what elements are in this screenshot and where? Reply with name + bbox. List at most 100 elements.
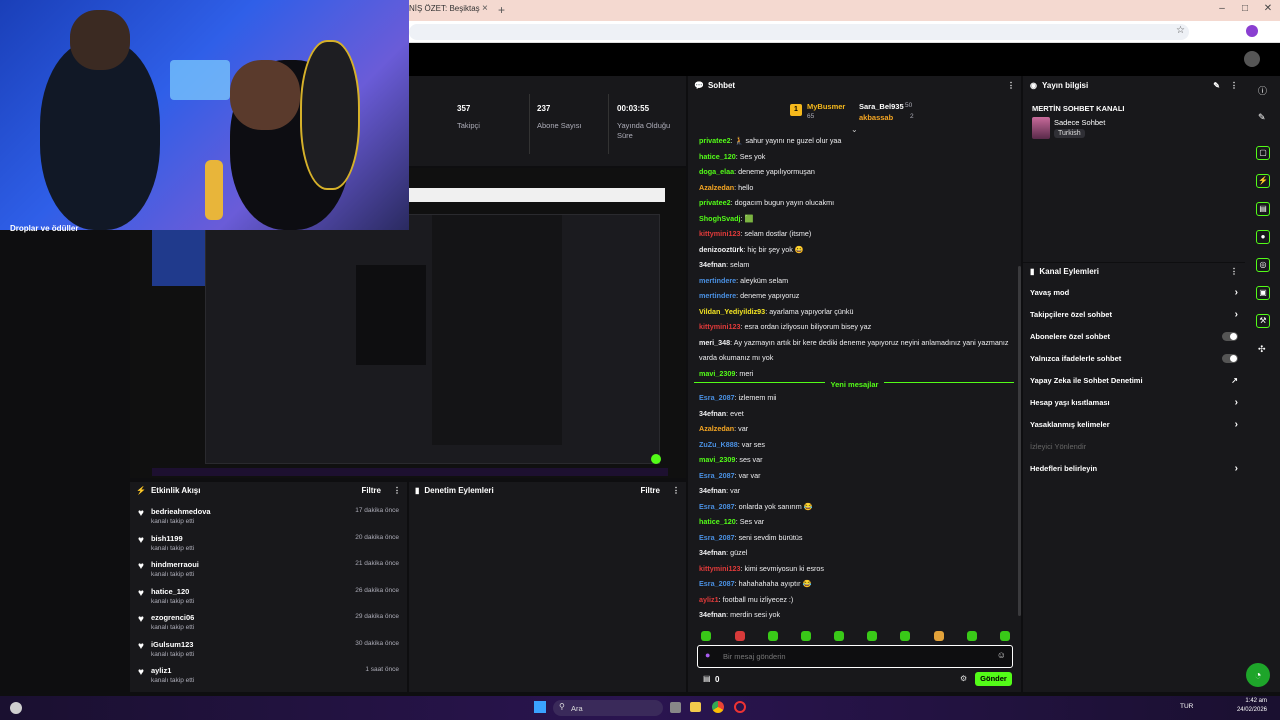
list-item[interactable]: ♥ iGulsum123 kanalı takip etti 30 dakika ön… bbox=[130, 640, 407, 667]
language-indicator[interactable]: TUR bbox=[1180, 703, 1193, 710]
chat-username[interactable]: mertindere bbox=[699, 276, 736, 285]
chat-message[interactable]: mertindere: aleyküm selam bbox=[688, 273, 1021, 289]
browser-tab-title[interactable]: NİŞ ÖZET: Beşiktaş bbox=[409, 4, 480, 13]
chat-username[interactable]: 34efnan bbox=[699, 548, 726, 557]
chat-message[interactable]: 34efnan: evet bbox=[688, 406, 1021, 422]
crop-icon[interactable]: ▢ bbox=[1256, 146, 1270, 160]
chat-username[interactable]: Vildan_Yediyildiz93 bbox=[699, 307, 765, 316]
new-tab-button[interactable]: + bbox=[498, 3, 505, 17]
info-icon[interactable]: ⓘ bbox=[1258, 84, 1267, 97]
more-icon[interactable]: ⋮ bbox=[1007, 81, 1015, 90]
wrench-icon[interactable]: ⚒ bbox=[1256, 314, 1270, 328]
chat-message[interactable]: Esra_2087: onlarda yok sanırım 😂 bbox=[688, 499, 1021, 515]
chat-username[interactable]: 34efnan bbox=[699, 486, 726, 495]
obs-icon[interactable] bbox=[734, 701, 746, 713]
edit-icon[interactable]: ✎ bbox=[1213, 81, 1220, 90]
emote-icon[interactable] bbox=[900, 631, 910, 641]
chat-username[interactable]: doga_elaa bbox=[699, 167, 734, 176]
chat-username[interactable]: kittymini123 bbox=[699, 229, 741, 238]
weather-icon[interactable] bbox=[10, 702, 22, 714]
chat-username[interactable]: kittymini123 bbox=[699, 564, 741, 573]
chat-username[interactable]: Azalzedan bbox=[699, 424, 734, 433]
chat-username[interactable]: Esra_2087 bbox=[699, 393, 735, 402]
activity-filter-button[interactable]: Filtre bbox=[361, 486, 381, 495]
chat-message[interactable]: Azalzedan: hello bbox=[688, 180, 1021, 196]
emoji-icon[interactable]: ☺ bbox=[997, 650, 1006, 660]
drops-rewards-link[interactable]: Droplar ve ödüller bbox=[10, 224, 78, 233]
chat-icon[interactable]: ▤ bbox=[1256, 202, 1270, 216]
category-name[interactable]: Sadece Sohbet bbox=[1054, 118, 1105, 127]
chat-username[interactable]: Esra_2087 bbox=[699, 533, 735, 542]
action-subscribers-only[interactable]: Abonelere özel sohbet bbox=[1023, 325, 1245, 347]
chat-username[interactable]: mertindere bbox=[699, 291, 736, 300]
chat-username[interactable]: kittymini123 bbox=[699, 322, 741, 331]
top-gifter-name[interactable]: Sara_Bel935 bbox=[859, 102, 904, 111]
chat-message[interactable]: Esra_2087: seni sevdim bürütüs bbox=[688, 530, 1021, 546]
chat-message[interactable]: Esra_2087: izlemem mii bbox=[688, 390, 1021, 406]
chat-message[interactable]: 34efnan: selam bbox=[688, 257, 1021, 273]
file-explorer-icon[interactable] bbox=[690, 702, 701, 712]
chat-message[interactable]: doga_elaa: deneme yapılıyormuşan bbox=[688, 164, 1021, 180]
windows-start-icon[interactable] bbox=[534, 701, 546, 713]
chat-message[interactable]: privatee2: dogacım bugun yayın olucakmı bbox=[688, 195, 1021, 211]
chat-username[interactable]: 34efnan bbox=[699, 260, 726, 269]
list-item[interactable]: ♥ ezogrenci06 kanalı takip etti 29 dakika ö… bbox=[130, 613, 407, 640]
chat-message[interactable]: mavi_2309: ses var bbox=[688, 452, 1021, 468]
send-button[interactable]: Gönder bbox=[975, 672, 1012, 686]
more-icon[interactable]: ⋮ bbox=[1230, 81, 1238, 90]
chat-message[interactable]: kittymini123: selam dostlar (itsme) bbox=[688, 226, 1021, 242]
chat-message[interactable]: Esra_2087: hahahahaha ayıptır 😂 bbox=[688, 576, 1021, 592]
chat-username[interactable]: privatee2 bbox=[699, 136, 731, 145]
clock-date[interactable]: 24/02/2026 bbox=[1225, 707, 1267, 713]
shield-icon[interactable]: ▣ bbox=[1256, 286, 1270, 300]
list-item[interactable]: ♥ hindmerraoui kanalı takip etti 21 dakika … bbox=[130, 560, 407, 587]
list-item[interactable]: ♥ bish1199 kanalı takip etti 20 dakika önce bbox=[130, 534, 407, 561]
chat-message[interactable]: kittymini123: kimi sevmiyosun ki esros bbox=[688, 561, 1021, 577]
message-icon[interactable]: ● bbox=[1256, 230, 1270, 244]
action-ai-moderation[interactable]: Yapay Zeka ile Sohbet Denetimi ↗ bbox=[1023, 369, 1245, 391]
chat-username[interactable]: hatice_120 bbox=[699, 517, 736, 526]
chat-username[interactable]: mavi_2309 bbox=[699, 455, 735, 464]
list-item[interactable]: ♥ hatice_120 kanalı takip etti 26 dakika ön… bbox=[130, 587, 407, 614]
chat-message[interactable]: hatice_120: Ses yok bbox=[688, 149, 1021, 165]
emote-icon[interactable] bbox=[867, 631, 877, 641]
more-icon[interactable]: ⋮ bbox=[393, 486, 401, 495]
chat-message[interactable]: Azalzedan: var bbox=[688, 421, 1021, 437]
chat-username[interactable]: Esra_2087 bbox=[699, 471, 735, 480]
user-avatar[interactable] bbox=[1244, 51, 1260, 67]
moderation-filter-button[interactable]: Filtre bbox=[640, 486, 660, 495]
chat-message[interactable]: hatice_120: Ses var bbox=[688, 514, 1021, 530]
chat-message[interactable]: privatee2: 🧎 sahur yayını ne guzel olur … bbox=[688, 133, 1021, 149]
emote-icon[interactable] bbox=[967, 631, 977, 641]
emote-icon[interactable] bbox=[801, 631, 811, 641]
task-view-icon[interactable] bbox=[670, 702, 681, 713]
action-set-goals[interactable]: Hedefleri belirleyin › bbox=[1023, 457, 1245, 479]
chat-username[interactable]: Azalzedan bbox=[699, 183, 734, 192]
chat-username[interactable]: privatee2 bbox=[699, 198, 731, 207]
bookmark-star-icon[interactable]: ☆ bbox=[1176, 25, 1185, 36]
window-close-button[interactable]: ✕ bbox=[1258, 3, 1278, 14]
chat-username[interactable]: hatice_120 bbox=[699, 152, 736, 161]
more-icon[interactable]: ⋮ bbox=[672, 486, 680, 495]
chat-message[interactable]: 34efnan: güzel bbox=[688, 545, 1021, 561]
tab-close-icon[interactable]: × bbox=[482, 3, 488, 14]
taskbar-search[interactable]: ⚲ Ara bbox=[553, 700, 663, 716]
chat-username[interactable]: 34efnan bbox=[699, 409, 726, 418]
emote-icon[interactable] bbox=[934, 631, 944, 641]
lightning-icon[interactable]: ⚡ bbox=[1256, 174, 1270, 188]
url-field[interactable] bbox=[409, 24, 1189, 40]
chrome-icon[interactable] bbox=[712, 701, 724, 713]
chat-fab-icon[interactable]: ◔ bbox=[1246, 663, 1270, 687]
top-gifter-name[interactable]: akbassab bbox=[859, 113, 893, 122]
chat-message[interactable]: denizooztürk: hiç bir şey yok 😀 bbox=[688, 242, 1021, 258]
action-account-age[interactable]: Hesap yaşı kısıtlaması › bbox=[1023, 391, 1245, 413]
toggle-switch[interactable] bbox=[1222, 353, 1238, 363]
list-item[interactable]: ♥ ayliz1 kanalı takip etti 1 saat önce bbox=[130, 666, 407, 693]
clock-time[interactable]: 1:42 am bbox=[1237, 698, 1267, 704]
chat-message[interactable]: ZuZu_K888: var ses bbox=[688, 437, 1021, 453]
chat-scrollbar[interactable] bbox=[1018, 266, 1021, 616]
broadcast-icon[interactable]: ◎ bbox=[1256, 258, 1270, 272]
chat-message[interactable]: 34efnan: merdin sesi yok bbox=[688, 607, 1021, 623]
top-gifter-name[interactable]: MyBusmer bbox=[807, 102, 845, 111]
toggle-switch[interactable] bbox=[1222, 331, 1238, 341]
